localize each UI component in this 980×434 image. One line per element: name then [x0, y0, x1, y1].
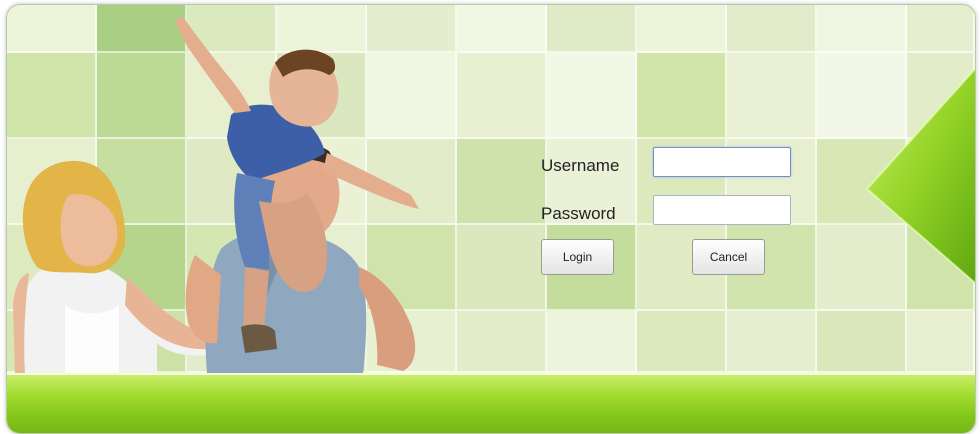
password-input[interactable] [653, 195, 791, 225]
bg-tile [817, 311, 907, 373]
bg-tile [907, 311, 975, 373]
bg-tile [547, 5, 637, 53]
bg-tile [457, 311, 547, 373]
bg-tile [727, 5, 817, 53]
bg-tile [457, 5, 547, 53]
bg-tile [907, 5, 975, 53]
green-arrow-decoration [865, 69, 975, 283]
cancel-button[interactable]: Cancel [692, 239, 765, 275]
bg-tile [547, 53, 637, 139]
password-label: Password [541, 204, 616, 223]
bg-tile [547, 311, 637, 373]
woman-figure [13, 160, 209, 373]
family-photo [13, 17, 419, 373]
bg-tile [637, 311, 727, 373]
bg-tile [727, 53, 817, 139]
username-label: Username [541, 156, 620, 175]
login-button[interactable]: Login [541, 239, 614, 275]
login-form: Username Password Login Cancel [527, 141, 827, 291]
bg-tile [727, 311, 817, 373]
bg-tile [457, 53, 547, 139]
bg-tile [637, 5, 727, 53]
username-input[interactable] [653, 147, 791, 177]
footer-bar [7, 373, 975, 433]
bg-tile [817, 5, 907, 53]
bg-tile [637, 53, 727, 139]
login-window: Username Password Login Cancel [6, 4, 976, 434]
